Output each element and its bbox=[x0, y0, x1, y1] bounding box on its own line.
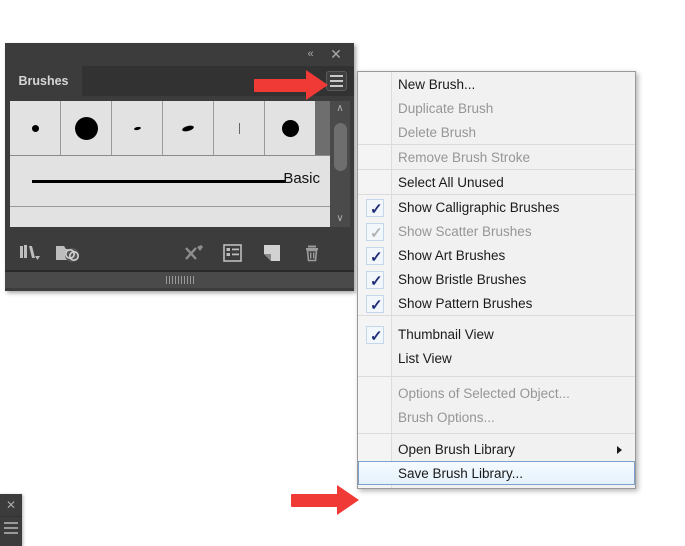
menu-bar-2 bbox=[4, 527, 18, 529]
scroll-down-icon[interactable]: ∨ bbox=[330, 211, 350, 227]
brush-thumb-large-circle[interactable] bbox=[61, 101, 112, 155]
checkbox[interactable]: ✓ bbox=[366, 247, 384, 266]
menu-item-brush-options: Brush Options... bbox=[358, 405, 635, 429]
new-brush-icon[interactable] bbox=[260, 241, 286, 265]
menu-item-select-all-unused[interactable]: Select All Unused bbox=[358, 170, 635, 194]
libraries-panel-icon[interactable] bbox=[53, 241, 85, 265]
menu-bar-3 bbox=[4, 532, 18, 534]
close-icon[interactable]: ✕ bbox=[0, 494, 22, 517]
chevron-right-icon bbox=[617, 446, 622, 454]
check-icon: ✓ bbox=[370, 297, 383, 314]
menu-group: ✓ Thumbnail View List View bbox=[358, 322, 635, 377]
brush-row-basic[interactable]: Basic bbox=[10, 156, 330, 207]
brush-list[interactable]: Basic bbox=[10, 101, 330, 227]
brush-thumb-thin-line[interactable] bbox=[214, 101, 265, 155]
ellipse-shape bbox=[133, 125, 141, 131]
menu-item-remove-brush-stroke: Remove Brush Stroke bbox=[358, 145, 635, 169]
checkbox: ✓ bbox=[366, 223, 384, 242]
collapse-panel-icon[interactable]: « bbox=[297, 43, 323, 66]
menu-item-delete-brush: Delete Brush bbox=[358, 120, 635, 144]
tab-brushes[interactable]: Brushes bbox=[5, 66, 82, 96]
menu-item-duplicate-brush: Duplicate Brush bbox=[358, 96, 635, 120]
close-icon[interactable]: ✕ bbox=[323, 43, 349, 66]
arrow-shaft bbox=[291, 494, 341, 507]
arrow-to-save-brush-library bbox=[291, 485, 361, 515]
menu-item-list-view[interactable]: List View bbox=[358, 346, 635, 370]
brush-name-label: Basic bbox=[283, 170, 320, 187]
circle-shape bbox=[74, 116, 98, 140]
brush-libraries-menu-icon[interactable] bbox=[16, 241, 42, 265]
menu-item-label: Select All Unused bbox=[398, 175, 504, 190]
menu-item-show-bristle-brushes[interactable]: ✓ Show Bristle Brushes bbox=[358, 267, 635, 291]
menu-bar-3 bbox=[330, 85, 343, 87]
line-shape bbox=[238, 122, 240, 134]
menu-item-label: Show Scatter Brushes bbox=[398, 224, 532, 239]
menu-item-show-calligraphic-brushes[interactable]: ✓ Show Calligraphic Brushes bbox=[358, 195, 635, 219]
menu-item-save-brush-library[interactable]: Save Brush Library... bbox=[358, 461, 635, 485]
remove-brush-stroke-icon[interactable] bbox=[181, 241, 207, 265]
brush-thumb-small-ellipse[interactable] bbox=[163, 101, 214, 155]
menu-group: Select All Unused bbox=[358, 170, 635, 195]
menu-item-label: Show Bristle Brushes bbox=[398, 272, 527, 287]
menu-bar-2 bbox=[330, 80, 343, 82]
collapsed-panel-stub: ✕ bbox=[0, 494, 22, 546]
checkbox[interactable]: ✓ bbox=[366, 199, 384, 218]
circle-shape bbox=[281, 119, 299, 137]
panel-footer-toolbar bbox=[5, 235, 354, 270]
menu-group: Open Brush Library Save Brush Library... bbox=[358, 437, 635, 485]
menu-group: Remove Brush Stroke bbox=[358, 145, 635, 170]
hamburger-menu-icon[interactable] bbox=[4, 522, 18, 537]
ellipse-shape bbox=[181, 124, 195, 132]
menu-item-options-of-selected-object: Options of Selected Object... bbox=[358, 381, 635, 405]
brush-thumb-medium-circle[interactable] bbox=[265, 101, 315, 155]
menu-group: New Brush... Duplicate Brush Delete Brus… bbox=[358, 72, 635, 145]
delete-brush-icon[interactable] bbox=[301, 241, 327, 265]
menu-item-label: Remove Brush Stroke bbox=[398, 150, 531, 165]
menu-item-label: Show Pattern Brushes bbox=[398, 296, 533, 311]
menu-item-label: Options of Selected Object... bbox=[398, 386, 570, 401]
panel-context-menu: New Brush... Duplicate Brush Delete Brus… bbox=[357, 71, 636, 489]
menu-item-open-brush-library[interactable]: Open Brush Library bbox=[358, 437, 635, 461]
arrow-to-panel-menu-button bbox=[254, 70, 330, 100]
panel-resize-grip[interactable] bbox=[5, 270, 354, 288]
menu-item-label: Duplicate Brush bbox=[398, 101, 494, 116]
brush-options-icon[interactable] bbox=[220, 241, 246, 265]
menu-bar-1 bbox=[4, 522, 18, 524]
menu-item-show-pattern-brushes[interactable]: ✓ Show Pattern Brushes bbox=[358, 291, 635, 315]
menu-item-label: Open Brush Library bbox=[398, 442, 516, 457]
checkbox[interactable]: ✓ bbox=[366, 271, 384, 290]
menu-item-label: New Brush... bbox=[398, 77, 476, 92]
basic-stroke-preview bbox=[32, 180, 286, 183]
menu-item-label: List View bbox=[398, 351, 452, 366]
menu-item-label: Brush Options... bbox=[398, 410, 495, 425]
scrollbar-thumb[interactable] bbox=[334, 123, 347, 171]
menu-item-thumbnail-view[interactable]: ✓ Thumbnail View bbox=[358, 322, 635, 346]
menu-item-show-art-brushes[interactable]: ✓ Show Art Brushes bbox=[358, 243, 635, 267]
arrow-head bbox=[337, 485, 359, 515]
menu-item-label: Save Brush Library... bbox=[398, 466, 524, 481]
arrow-head bbox=[306, 70, 328, 100]
brush-list-scrollbar[interactable]: ∧ ∨ bbox=[330, 101, 350, 227]
brush-thumbnail-row bbox=[10, 101, 330, 156]
menu-bar-1 bbox=[330, 75, 343, 77]
menu-item-label: Show Calligraphic Brushes bbox=[398, 200, 560, 215]
menu-group: ✓ Show Calligraphic Brushes ✓ Show Scatt… bbox=[358, 195, 635, 316]
scroll-up-icon[interactable]: ∧ bbox=[330, 101, 350, 117]
dot-shape bbox=[31, 124, 39, 132]
menu-item-show-scatter-brushes: ✓ Show Scatter Brushes bbox=[358, 219, 635, 243]
checkbox[interactable]: ✓ bbox=[366, 326, 384, 345]
checkbox[interactable]: ✓ bbox=[366, 295, 384, 314]
menu-item-label: Delete Brush bbox=[398, 125, 477, 140]
menu-item-label: Show Art Brushes bbox=[398, 248, 506, 263]
brush-thumb-small-dot[interactable] bbox=[10, 101, 61, 155]
grip-lines bbox=[165, 276, 194, 284]
menu-group: Options of Selected Object... Brush Opti… bbox=[358, 381, 635, 434]
brush-row-charcoal[interactable] bbox=[10, 207, 330, 227]
brush-thumb-tiny-ellipse[interactable] bbox=[112, 101, 163, 155]
arrow-shaft bbox=[254, 79, 310, 92]
panel-titlebar: « ✕ bbox=[5, 43, 354, 67]
menu-item-label: Thumbnail View bbox=[398, 327, 494, 342]
menu-item-new-brush[interactable]: New Brush... bbox=[358, 72, 635, 96]
